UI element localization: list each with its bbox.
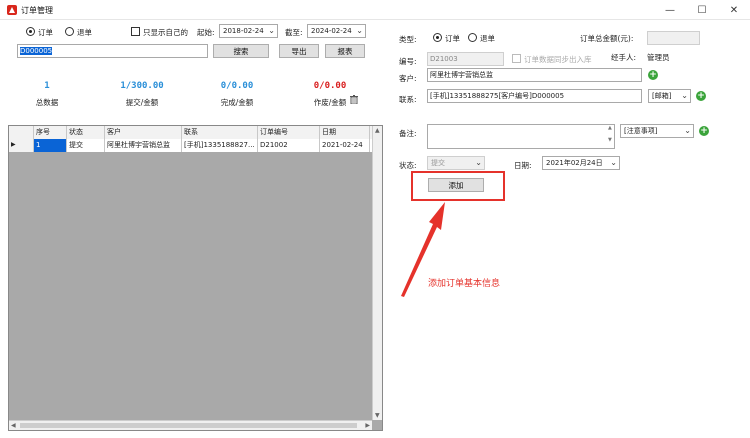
manager-value: 管理员 xyxy=(647,53,670,62)
trash-icon[interactable] xyxy=(350,95,358,105)
grid-header: 序号 状态 客户 联系 订单编号 日期 金 xyxy=(9,126,382,139)
contact-label: 联系: xyxy=(399,95,417,104)
add-customer-icon[interactable]: + xyxy=(648,70,658,80)
app-icon xyxy=(7,5,17,15)
note-textarea[interactable] xyxy=(427,124,615,149)
filter-order-radio[interactable] xyxy=(26,27,35,36)
column-header[interactable]: 日期 xyxy=(320,126,370,139)
filter-return-radio[interactable] xyxy=(65,27,74,36)
stat-completed-value: 0/0.00 xyxy=(220,81,254,91)
type-label: 类型: xyxy=(399,35,417,44)
total-amount-label: 订单总金额(元): xyxy=(580,34,634,43)
add-note-icon[interactable]: + xyxy=(699,126,709,136)
minimize-icon[interactable]: — xyxy=(654,0,686,20)
table-cell[interactable]: [手机]1335188827... xyxy=(182,139,258,152)
search-button[interactable]: 搜索 xyxy=(213,44,269,58)
end-date-picker[interactable]: 2024-02-24 ⌄ xyxy=(307,24,366,38)
stat-submitted-value: 1/300.00 xyxy=(120,81,164,91)
stat-void-value: 0/0.00 xyxy=(313,81,347,91)
only-mine-label: 只显示自己的 xyxy=(143,28,188,37)
scroll-right-icon[interactable]: ▶ xyxy=(365,422,370,429)
table-row[interactable]: ▶ 1 提交 阿里杜博宇营销总监 [手机]1335188827... D2100… xyxy=(9,139,382,152)
table-cell[interactable]: D21002 xyxy=(258,139,320,152)
start-date-picker[interactable]: 2018-02-24 ⌄ xyxy=(219,24,278,38)
order-number-field: D21003 xyxy=(427,52,504,66)
scroll-left-icon[interactable]: ◀ xyxy=(11,422,16,429)
type-return-radio[interactable] xyxy=(468,33,477,42)
column-header[interactable]: 联系 xyxy=(182,126,258,139)
search-input[interactable]: D000005 xyxy=(17,44,208,58)
chevron-down-icon: ⌄ xyxy=(610,158,617,167)
table-cell[interactable]: 阿里杜博宇营销总监 xyxy=(105,139,182,152)
contact-field[interactable]: [手机]13351888275[客户编号]D000005 xyxy=(427,89,642,103)
search-input-value: D000005 xyxy=(20,47,53,55)
horizontal-scroll-thumb[interactable] xyxy=(20,423,357,428)
note-type-select[interactable]: [注意事项] ⌄ xyxy=(620,124,694,138)
chevron-down-icon: ⌄ xyxy=(684,126,691,135)
status-value: 提交 xyxy=(431,159,445,167)
sync-inventory-label: 订单数据同步出入库 xyxy=(524,55,592,64)
note-type-value: [注意事项] xyxy=(624,127,658,135)
stat-total-value: 1 xyxy=(44,81,50,91)
export-button[interactable]: 导出 xyxy=(279,44,319,58)
customer-label: 客户: xyxy=(399,74,417,83)
end-date-label: 截至: xyxy=(285,28,303,37)
status-select: 提交 ⌄ xyxy=(427,156,485,170)
start-date-label: 起始: xyxy=(197,28,215,37)
only-mine-checkbox[interactable] xyxy=(131,27,140,36)
scroll-down-icon[interactable]: ▼ xyxy=(375,412,380,419)
table-cell[interactable]: 提交 xyxy=(67,139,105,152)
type-order-radio[interactable] xyxy=(433,33,442,42)
filter-return-label: 退单 xyxy=(77,28,92,37)
column-header[interactable]: 序号 xyxy=(34,126,67,139)
type-order-label: 订单 xyxy=(445,34,460,43)
total-amount-field xyxy=(647,31,700,45)
window-title: 订单管理 xyxy=(21,6,53,15)
maximize-icon[interactable]: ☐ xyxy=(686,0,718,20)
stat-total-label: 总数据 xyxy=(35,98,59,107)
order-date-value: 2021年02月24日 xyxy=(546,159,603,167)
status-label: 状态: xyxy=(399,161,417,170)
vertical-scrollbar[interactable]: ▲ ▼ xyxy=(372,126,382,420)
stat-completed-label: 完成/金额 xyxy=(220,98,254,107)
table-cell[interactable]: 1 xyxy=(34,139,67,152)
sync-inventory-checkbox xyxy=(512,54,521,63)
end-date-value: 2024-02-24 xyxy=(311,27,352,35)
column-header[interactable]: 订单编号 xyxy=(258,126,320,139)
chevron-down-icon: ⌄ xyxy=(356,26,363,35)
order-date-picker[interactable]: 2021年02月24日 ⌄ xyxy=(542,156,620,170)
note-label: 备注: xyxy=(399,129,417,138)
customer-field[interactable]: 阿里杜博宇营销总监 xyxy=(427,68,642,82)
start-date-value: 2018-02-24 xyxy=(223,27,264,35)
row-indicator-icon: ▶ xyxy=(9,139,34,152)
chevron-down-icon: ⌄ xyxy=(681,91,688,100)
stat-submitted-label: 提交/金额 xyxy=(125,98,159,107)
add-contact-icon[interactable]: + xyxy=(696,91,706,101)
filter-order-label: 订单 xyxy=(38,28,53,37)
table-cell[interactable]: 2021-02-24 xyxy=(320,139,370,152)
horizontal-scrollbar[interactable]: ◀ ▶ xyxy=(9,420,372,430)
close-icon[interactable]: ✕ xyxy=(718,0,750,20)
note-scroll-arrows-icon[interactable]: ▲ ▼ xyxy=(608,125,614,148)
date-label: 日期: xyxy=(514,161,532,170)
chevron-down-icon: ⌄ xyxy=(475,158,482,167)
contact-type-value: [邮箱] xyxy=(652,92,672,100)
title-bar: 订单管理 — ☐ ✕ xyxy=(0,0,750,20)
scroll-up-icon[interactable]: ▲ xyxy=(375,127,380,134)
type-return-label: 退单 xyxy=(480,34,495,43)
column-header[interactable]: 状态 xyxy=(67,126,105,139)
annotation-text: 添加订单基本信息 xyxy=(428,279,501,289)
row-header-corner xyxy=(9,126,34,139)
number-label: 编号: xyxy=(399,57,417,66)
contact-type-select[interactable]: [邮箱] ⌄ xyxy=(648,89,691,103)
report-button[interactable]: 报表 xyxy=(325,44,365,58)
manager-label: 经手人: xyxy=(611,53,637,62)
orders-grid[interactable]: 序号 状态 客户 联系 订单编号 日期 金 ▶ 1 提交 阿里杜博宇营销总监 [… xyxy=(8,125,383,431)
column-header[interactable]: 客户 xyxy=(105,126,182,139)
chevron-down-icon: ⌄ xyxy=(268,26,275,35)
